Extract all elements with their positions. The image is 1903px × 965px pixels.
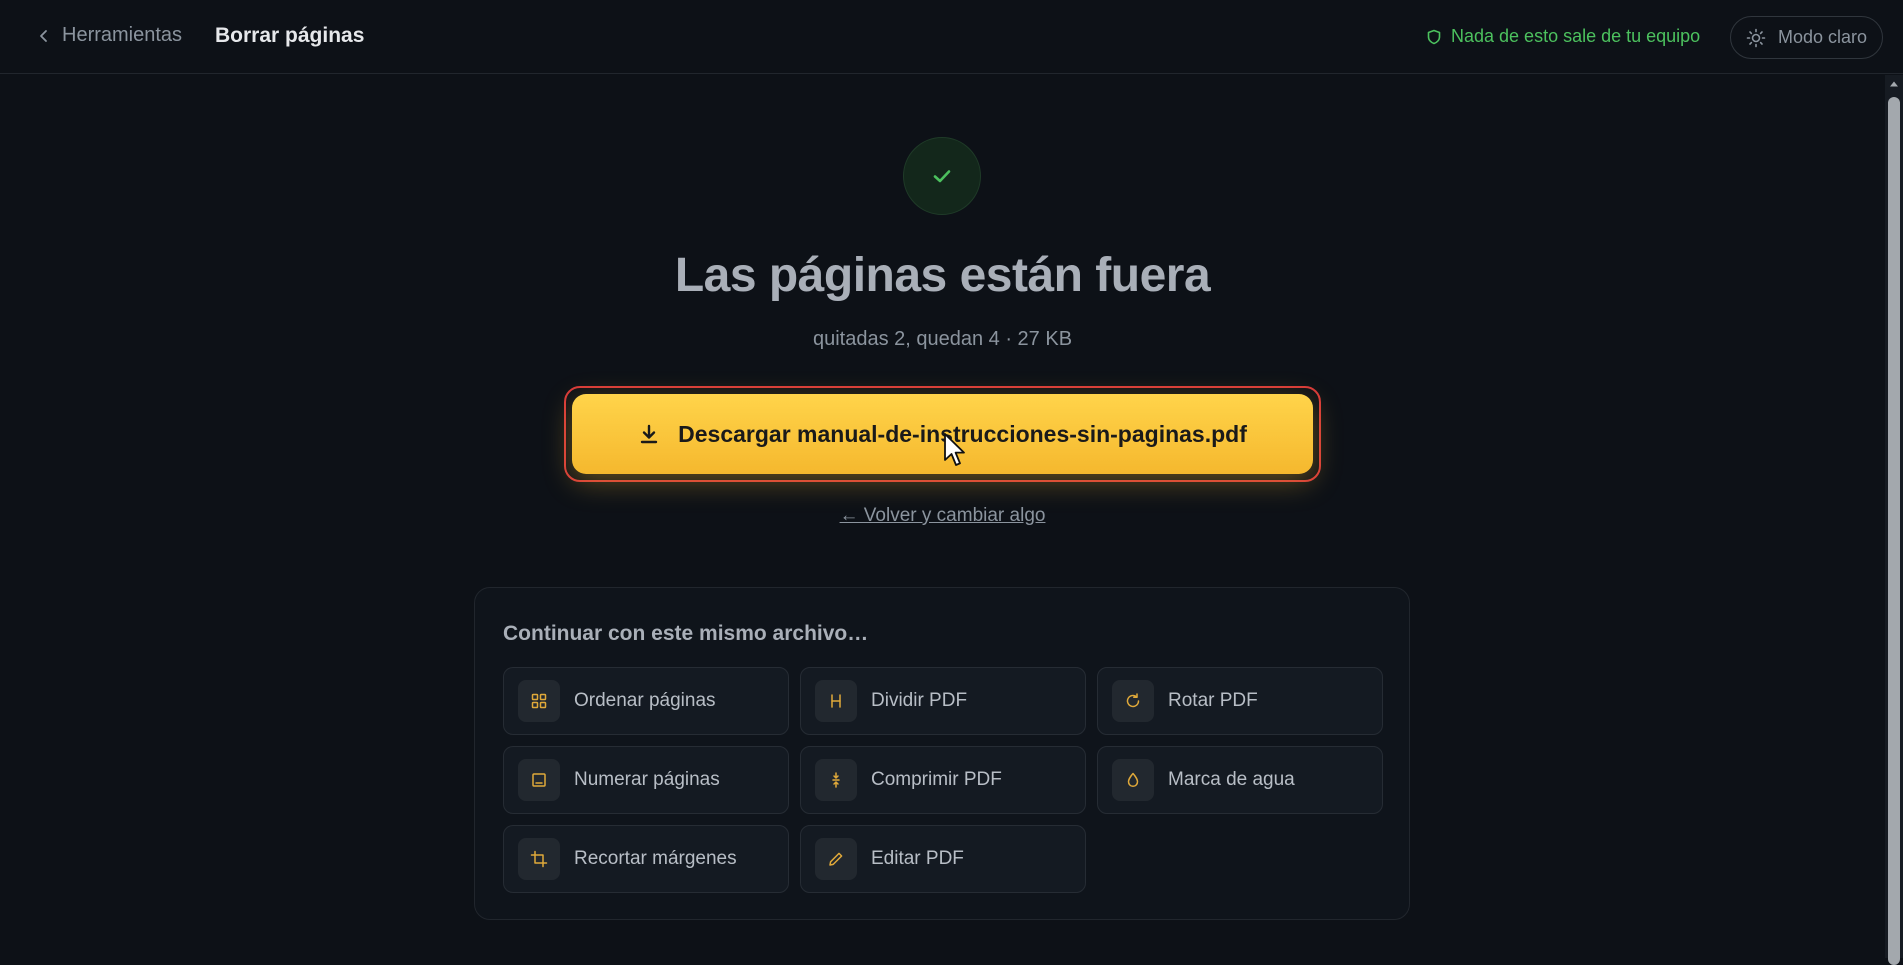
tool-label: Dividir PDF <box>871 690 968 711</box>
scroll-up-arrow-icon[interactable] <box>1885 75 1903 93</box>
tool-icon-box <box>815 759 857 801</box>
sun-icon <box>1746 28 1766 47</box>
tool-marca-de-agua[interactable]: Marca de agua <box>1097 746 1383 814</box>
tool-icon-box <box>518 680 560 722</box>
tool-label: Rotar PDF <box>1168 690 1258 711</box>
result-summary: quitadas 2, quedan 4 · 27 KB <box>812 328 1073 350</box>
continue-card: Continuar con este mismo archivo… Ordena… <box>474 587 1410 920</box>
tool-icon-box <box>518 838 560 880</box>
tool-comprimir-pdf[interactable]: Comprimir PDF <box>800 746 1086 814</box>
top-bar: Herramientas Borrar páginas Nada de esto… <box>0 0 1903 74</box>
droplet-icon <box>1127 772 1139 788</box>
tool-label: Recortar márgenes <box>574 848 737 869</box>
split-icon <box>831 694 841 708</box>
scrollbar-thumb[interactable] <box>1888 97 1900 965</box>
result-headline: Las páginas están fuera <box>674 249 1211 302</box>
page-number-icon <box>532 773 546 787</box>
theme-toggle-button[interactable]: Modo claro <box>1730 16 1883 59</box>
vertical-scrollbar[interactable] <box>1885 75 1903 965</box>
pencil-icon <box>829 852 843 866</box>
tool-icon-box <box>1112 759 1154 801</box>
page-title: Borrar páginas <box>215 24 365 47</box>
tool-editar-pdf[interactable]: Editar PDF <box>800 825 1086 893</box>
rotate-icon <box>1126 693 1140 708</box>
continue-title: Continuar con este mismo archivo… <box>503 622 869 645</box>
back-change-link[interactable]: ← Volver y cambiar algo <box>840 505 1046 526</box>
back-to-tools-link[interactable]: Herramientas <box>36 24 182 47</box>
tool-label: Numerar páginas <box>574 769 720 790</box>
tool-ordenar-paginas[interactable]: Ordenar páginas <box>503 667 789 735</box>
privacy-note-text: Nada de esto sale de tu equipo <box>1451 26 1701 46</box>
crop-icon <box>530 850 548 868</box>
check-icon <box>933 170 951 183</box>
compress-icon <box>832 772 840 788</box>
success-badge <box>903 137 981 215</box>
privacy-note: Nada de esto sale de tu equipo <box>1426 26 1700 47</box>
tool-icon-box <box>815 838 857 880</box>
tool-dividir-pdf[interactable]: Dividir PDF <box>800 667 1086 735</box>
tool-label: Editar PDF <box>871 848 964 869</box>
theme-toggle-label: Modo claro <box>1777 27 1868 47</box>
tool-icon-box <box>815 680 857 722</box>
download-icon <box>640 424 658 444</box>
tool-rotar-pdf[interactable]: Rotar PDF <box>1097 667 1383 735</box>
grid-icon <box>531 693 547 709</box>
back-change-row: ← Volver y cambiar algo <box>0 505 1885 527</box>
tool-label: Marca de agua <box>1168 769 1295 790</box>
chevron-left-icon <box>40 29 47 42</box>
tool-icon-box <box>1112 680 1154 722</box>
shield-icon <box>1427 29 1441 44</box>
back-link-label: Herramientas <box>62 24 183 46</box>
tool-icon-box <box>518 759 560 801</box>
tool-numerar-paginas[interactable]: Numerar páginas <box>503 746 789 814</box>
scroll-down-arrow-icon[interactable] <box>1885 940 1903 958</box>
tool-label: Ordenar páginas <box>574 690 716 711</box>
tool-label: Comprimir PDF <box>871 769 1002 790</box>
tool-recortar-margenes[interactable]: Recortar márgenes <box>503 825 789 893</box>
mouse-cursor-icon <box>944 433 965 466</box>
